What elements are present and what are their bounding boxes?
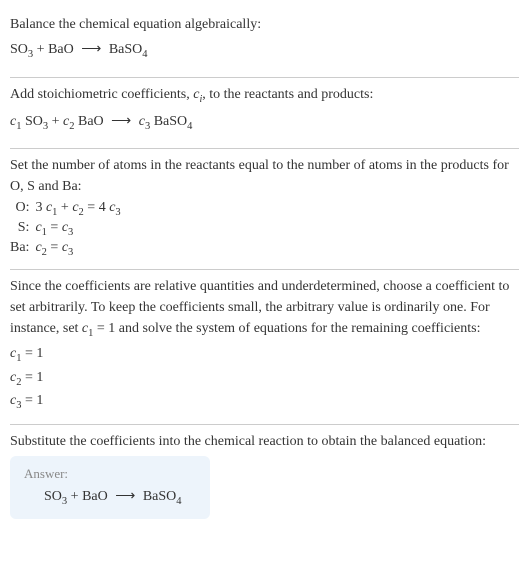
arrow-icon: ⟶ xyxy=(111,489,139,504)
equals: = xyxy=(47,240,62,255)
coef: 4 xyxy=(99,200,110,215)
reactant-so3: SO3 xyxy=(10,42,33,57)
element-equation: c2 = c3 xyxy=(35,239,126,259)
section-problem: Balance the chemical equation algebraica… xyxy=(10,8,519,77)
element-label: O: xyxy=(10,199,35,219)
coeff-val: = 1 xyxy=(21,346,43,361)
plus: + xyxy=(33,42,48,57)
so3-base: SO xyxy=(44,489,62,504)
var-n: 3 xyxy=(68,227,73,238)
stoich-text: Add stoichiometric coefficients, ci, to … xyxy=(10,84,519,107)
solve-text-b: = 1 and solve the system of equations fo… xyxy=(93,321,480,336)
coeff-row: c3 = 1 xyxy=(10,390,519,414)
solve-text: Since the coefficients are relative quan… xyxy=(10,276,519,342)
section-stoich: Add stoichiometric coefficients, ci, to … xyxy=(10,78,519,149)
coeff-val: = 1 xyxy=(21,393,43,408)
plus: + xyxy=(57,200,72,215)
var-n: 3 xyxy=(68,247,73,258)
stoich-text-a: Add stoichiometric coefficients, xyxy=(10,87,193,102)
table-row: Ba: c2 = c3 xyxy=(10,239,127,259)
stoich-equation: c1 SO3 + c2 BaO ⟶ c3 BaSO4 xyxy=(10,107,519,139)
baso4-base: BaSO xyxy=(143,489,176,504)
balanced-equation: SO3 + BaO ⟶ BaSO4 xyxy=(24,488,196,507)
coef: 3 xyxy=(35,200,46,215)
section-answer: Substitute the coefficients into the che… xyxy=(10,425,519,529)
coeff-list: c1 = 1 c2 = 1 c3 = 1 xyxy=(10,343,519,414)
unbalanced-equation: SO3 + BaO ⟶ BaSO4 xyxy=(10,35,519,67)
baso4-base: BaSO xyxy=(109,42,142,57)
r1-base: SO xyxy=(21,114,42,129)
baso4-sub: 4 xyxy=(176,496,181,507)
section-atoms: Set the number of atoms in the reactants… xyxy=(10,149,519,268)
p1: BaSO4 xyxy=(150,114,192,129)
stoich-text-b: , to the reactants and products: xyxy=(202,87,373,102)
answer-label: Answer: xyxy=(24,466,196,482)
atoms-table: O: 3 c1 + c2 = 4 c3 S: c1 = c3 Ba: c2 = … xyxy=(10,199,127,258)
r2: BaO xyxy=(75,114,104,129)
element-label: S: xyxy=(10,219,35,239)
arrow-icon: ⟶ xyxy=(107,114,135,129)
coeff-val: = 1 xyxy=(21,370,43,385)
element-equation: c1 = c3 xyxy=(35,219,126,239)
arrow-icon: ⟶ xyxy=(77,42,105,57)
product-baso4: BaSO4 xyxy=(109,42,148,57)
answer-intro: Substitute the coefficients into the che… xyxy=(10,431,519,452)
p1-base: BaSO xyxy=(150,114,187,129)
atoms-text: Set the number of atoms in the reactants… xyxy=(10,155,519,197)
p1-sub: 4 xyxy=(187,120,192,131)
plus: + xyxy=(48,114,63,129)
equals: = xyxy=(84,200,99,215)
answer-box: Answer: SO3 + BaO ⟶ BaSO4 xyxy=(10,456,210,519)
equals: = xyxy=(47,220,62,235)
product-baso4: BaSO4 xyxy=(143,489,182,504)
problem-text: Balance the chemical equation algebraica… xyxy=(10,14,519,35)
table-row: O: 3 c1 + c2 = 4 c3 xyxy=(10,199,127,219)
reactant-so3: SO3 xyxy=(44,489,67,504)
so3-base: SO xyxy=(10,42,28,57)
element-equation: 3 c1 + c2 = 4 c3 xyxy=(35,199,126,219)
reactant-bao: BaO xyxy=(48,42,74,57)
plus: + xyxy=(67,489,82,504)
table-row: S: c1 = c3 xyxy=(10,219,127,239)
reactant-bao: BaO xyxy=(82,489,108,504)
r1: SO3 xyxy=(21,114,48,129)
var-n: 3 xyxy=(115,207,120,218)
coeff-row: c1 = 1 xyxy=(10,343,519,367)
ci-i: i xyxy=(199,94,202,105)
baso4-sub: 4 xyxy=(142,49,147,60)
section-solve: Since the coefficients are relative quan… xyxy=(10,270,519,424)
element-label: Ba: xyxy=(10,239,35,259)
coeff-row: c2 = 1 xyxy=(10,367,519,391)
